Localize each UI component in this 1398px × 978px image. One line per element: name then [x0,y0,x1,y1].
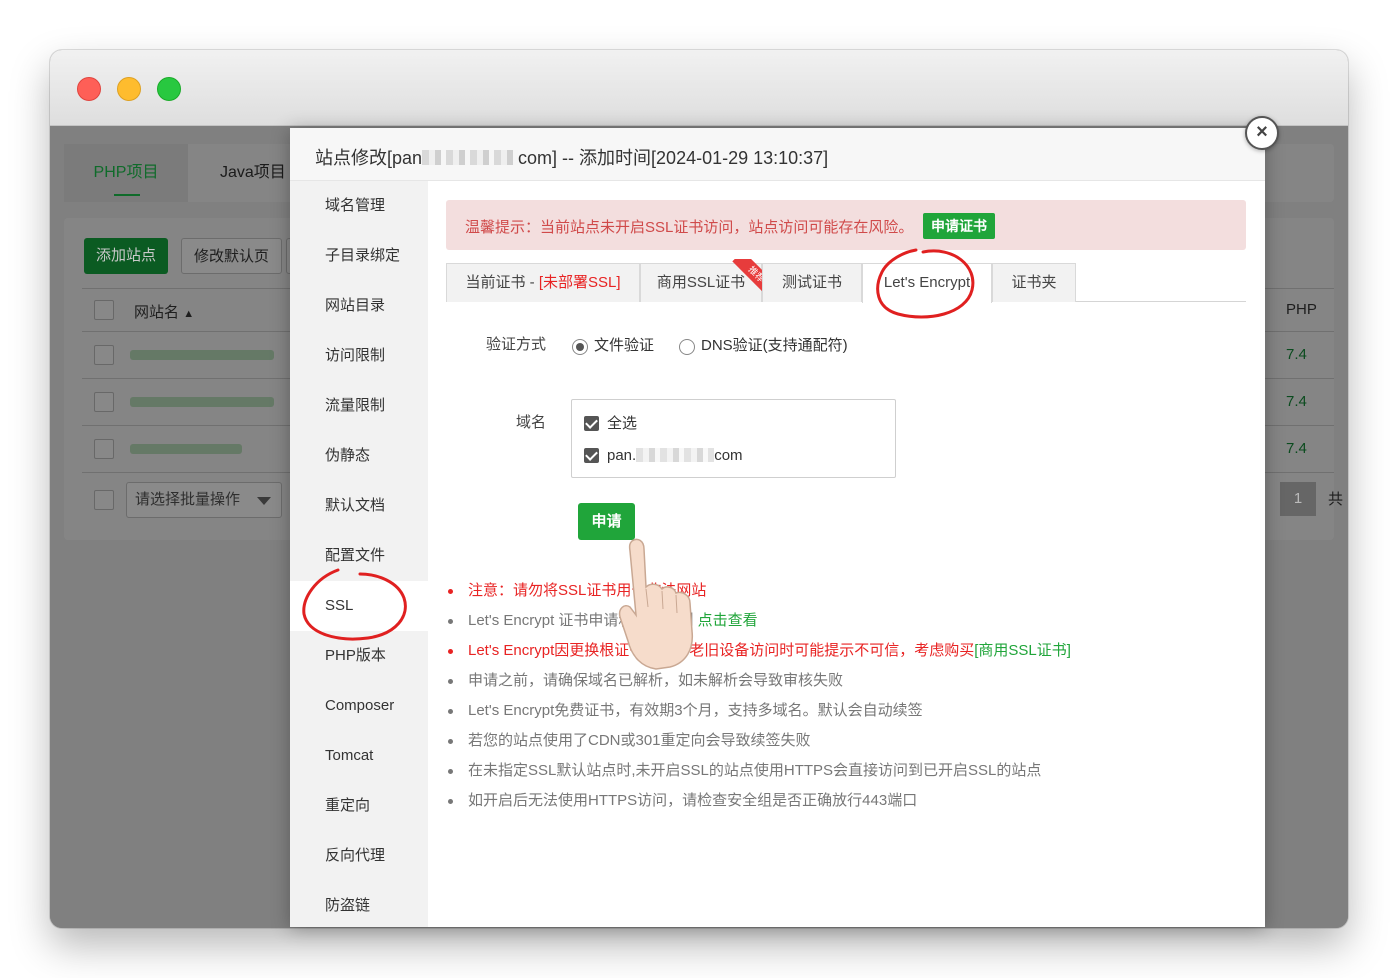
blurred-site-name [130,444,242,454]
notes-list: 注意：请勿将SSL证书用于非法网站 Let's Encrypt 证书申请和续签限… [448,576,1248,816]
maximize-window-button[interactable] [157,77,181,101]
nav-traffic-limit[interactable]: 流量限制 [290,381,428,431]
note-item: 注意：请勿将SSL证书用于非法网站 [448,576,1248,606]
note-item: 在未指定SSL默认站点时,未开启SSL的站点使用HTTPS会直接访问到已开启SS… [448,756,1248,786]
nav-redirect[interactable]: 重定向 [290,781,428,831]
php-version[interactable]: 7.4 [1286,393,1307,410]
redacted-domain [422,150,519,165]
titlebar [50,50,1348,126]
title-suffix: com] -- 添加时间[2024-01-29 13:10:37] [518,148,829,168]
domain-prefix: pan. [607,447,637,464]
blurred-site-name [130,350,274,360]
title-prefix: 站点修改[pan [315,148,423,168]
row-checkbox[interactable] [94,439,114,459]
nav-composer[interactable]: Composer [290,681,428,731]
radio-file-verify[interactable]: 文件验证 [572,336,654,356]
nav-rewrite[interactable]: 伪静态 [290,431,428,481]
nav-ssl[interactable]: SSL [290,581,428,631]
note-item: Let's Encrypt 证书申请和续签限制 点击查看 [448,606,1248,636]
checkbox-checked-icon [584,448,599,463]
tab-java-project[interactable]: Java项目 [220,144,286,202]
checkbox-checked-icon [584,416,599,431]
site-edit-modal: 站点修改[pan com] -- 添加时间[2024-01-29 13:10:37… [290,116,1279,927]
ssl-tabs: 当前证书 - [未部署SSL] 商用SSL证书 推荐 测试证书 Let's En… [446,259,1246,303]
tab-lets-encrypt[interactable]: Let's Encrypt [862,263,992,303]
select-all-label: 全选 [607,415,638,432]
nav-site-directory[interactable]: 网站目录 [290,281,428,331]
row-checkbox[interactable] [94,345,114,365]
modify-default-page-button[interactable]: 修改默认页 [181,238,283,274]
domain-checkbox[interactable]: pan. com [584,447,743,465]
nav-hotlink-protection[interactable]: 防盗链 [290,881,428,931]
pagination-total: 共 [1328,491,1344,508]
redacted-domain [636,448,715,462]
select-all-checkbox[interactable] [94,300,114,320]
php-version[interactable]: 7.4 [1286,346,1307,363]
tab-test-certificate[interactable]: 测试证书 [762,263,862,302]
modal-title: 站点修改[pan com] -- 添加时间[2024-01-29 13:10:37… [315,144,828,170]
blurred-site-name [130,397,274,407]
commercial-ssl-link[interactable]: [商用SSL证书] [974,642,1071,659]
current-cert-label: 当前证书 - [465,274,539,291]
site-name-header[interactable]: 网站名 [134,304,179,321]
nav-access-limit[interactable]: 访问限制 [290,331,428,381]
nav-default-document[interactable]: 默认文档 [290,481,428,531]
domain-suffix: com [714,447,743,464]
close-window-button[interactable] [77,77,101,101]
nav-tomcat[interactable]: Tomcat [290,731,428,781]
php-version[interactable]: 7.4 [1286,440,1307,457]
note-text: Let's Encrypt因更换根证书，部分老旧设备访问时可能提示不可信，考虑购… [468,642,975,659]
tab-certificate-folder[interactable]: 证书夹 [992,263,1076,302]
current-cert-status: [未部署SSL] [538,274,621,291]
modal-sidenav: 域名管理 子目录绑定 网站目录 访问限制 流量限制 伪静态 默认文档 配置文件 … [290,181,428,927]
tab-php-project[interactable]: PHP项目 [64,144,188,202]
apply-certificate-button[interactable]: 申请证书 [923,213,995,239]
nav-subdirectory-binding[interactable]: 子目录绑定 [290,231,428,281]
minimize-window-button[interactable] [117,77,141,101]
nav-domain-management[interactable]: 域名管理 [290,181,428,231]
note-item: Let's Encrypt免费证书，有效期3个月，支持多域名。默认会自动续签 [448,696,1248,726]
modal-header: 站点修改[pan com] -- 添加时间[2024-01-29 13:10:37… [290,116,1279,181]
add-site-button[interactable]: 添加站点 [84,238,169,274]
note-item: 申请之前，请确保域名已解析，如未解析会导致审核失败 [448,666,1248,696]
alert-text: 温馨提示：当前站点未开启SSL证书访问，站点访问可能存在风险。 [465,219,914,236]
caret-up-icon[interactable]: ▲ [183,308,194,320]
verify-method-label: 验证方式 [486,336,547,353]
note-item: 如开启后无法使用HTTPS访问，请检查安全组是否正确放行443端口 [448,786,1248,816]
radio-dns-verify[interactable]: DNS验证(支持通配符) [679,336,848,356]
note-item: Let's Encrypt因更换根证书，部分老旧设备访问时可能提示不可信，考虑购… [448,636,1248,666]
close-icon[interactable]: × [1245,116,1279,150]
domain-list: 全选 pan. com [571,399,896,478]
ssl-panel: 温馨提示：当前站点未开启SSL证书访问，站点访问可能存在风险。 申请证书 当前证… [428,181,1265,927]
nav-php-version[interactable]: PHP版本 [290,631,428,681]
tab-current-certificate[interactable]: 当前证书 - [未部署SSL] [446,263,640,302]
select-all-domains-checkbox[interactable]: 全选 [584,415,637,433]
pointing-hand-icon [618,538,694,670]
batch-operation-select[interactable]: 请选择批量操作 [126,482,282,518]
ssl-warning-alert: 温馨提示：当前站点未开启SSL证书访问，站点访问可能存在风险。 申请证书 [446,200,1246,250]
note-item: 若您的站点使用了CDN或301重定向会导致续签失败 [448,726,1248,756]
pagination-current[interactable]: 1 [1280,482,1316,516]
php-header: PHP [1286,301,1317,318]
nav-config-file[interactable]: 配置文件 [290,531,428,581]
batch-checkbox[interactable] [94,490,114,510]
domain-label: 域名 [516,414,547,431]
nav-reverse-proxy[interactable]: 反向代理 [290,831,428,881]
row-checkbox[interactable] [94,392,114,412]
